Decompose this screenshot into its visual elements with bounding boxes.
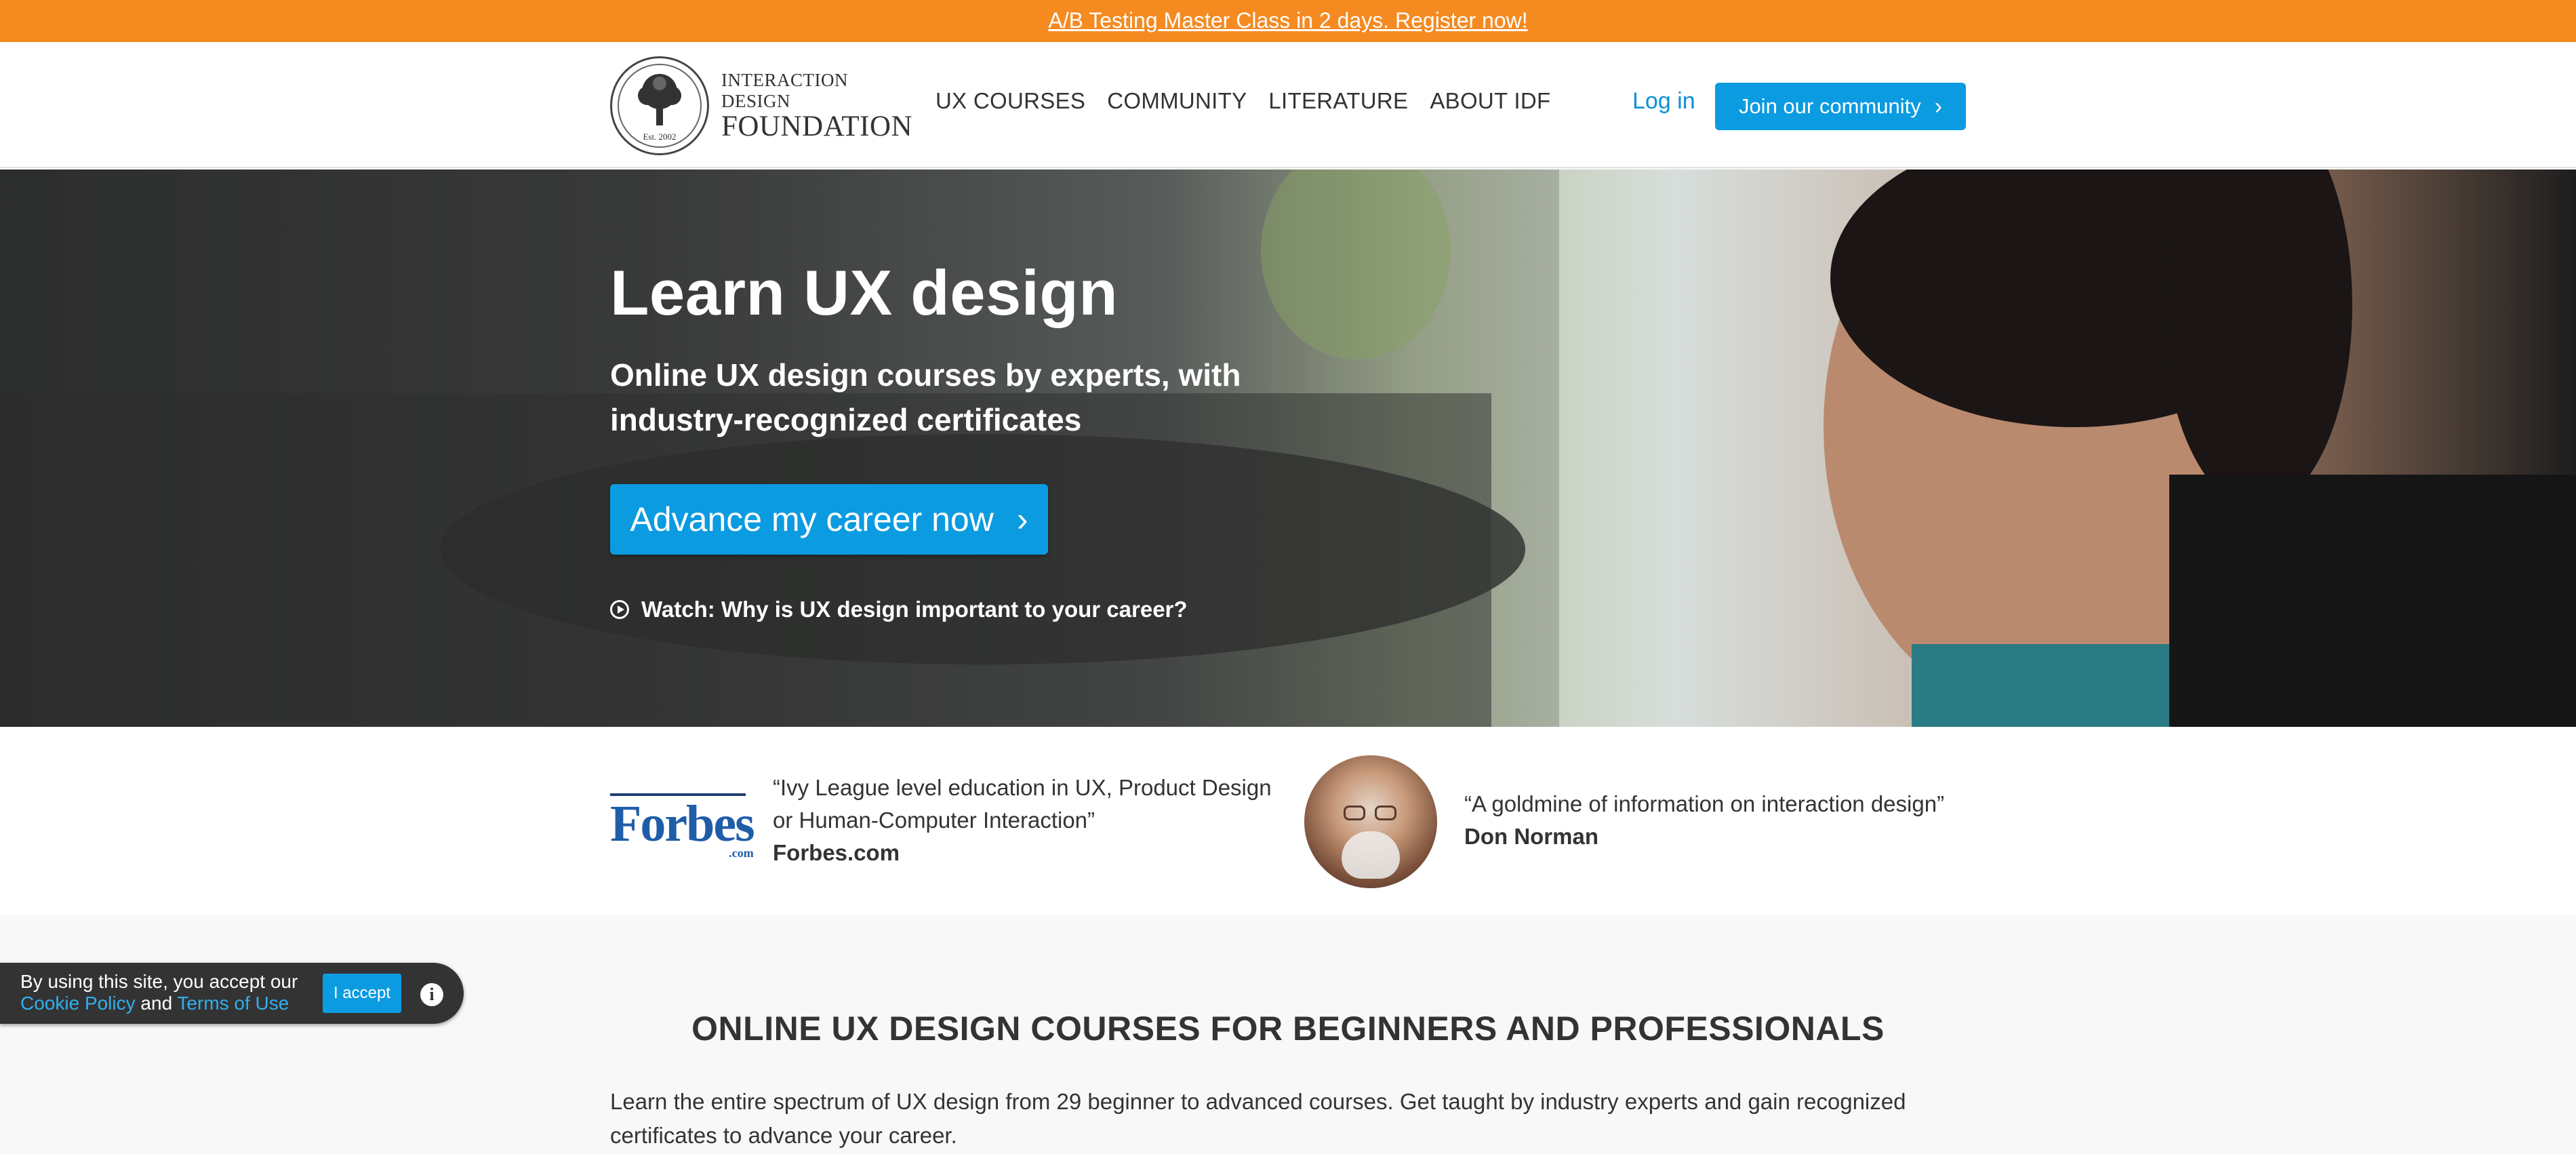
cookie-text-lead: By using this site, you accept our [20, 971, 298, 992]
chevron-right-icon: › [1016, 500, 1028, 538]
cookie-accept-button[interactable]: I accept [323, 974, 401, 1013]
forbes-quote-source: Forbes.com [773, 840, 900, 865]
cookie-and: and [140, 993, 173, 1014]
promo-register-link[interactable]: A/B Testing Master Class in 2 days. Regi… [1048, 8, 1527, 33]
hero-title: Learn UX design [610, 257, 1119, 328]
forbes-logo-text: Forbes [610, 795, 755, 852]
norman-quote: “A goldmine of information on interactio… [1464, 788, 1979, 853]
watch-video-label: Watch: Why is UX design important to you… [641, 597, 1188, 622]
promo-banner: A/B Testing Master Class in 2 days. Regi… [0, 0, 2576, 42]
site-header: Est. 2002 INTERACTION DESIGN FOUNDATION … [0, 42, 2576, 168]
info-icon[interactable]: i [420, 983, 443, 1006]
logo-est: Est. 2002 [643, 132, 677, 142]
terms-of-use-link[interactable]: Terms of Use [177, 993, 289, 1014]
norman-quote-text: “A goldmine of information on interactio… [1464, 791, 1945, 816]
watch-video-link[interactable]: Watch: Why is UX design important to you… [610, 597, 1188, 622]
cookie-notice: By using this site, you accept our Cooki… [0, 963, 464, 1024]
nav-ux-courses[interactable]: UX COURSES [935, 88, 1085, 114]
forbes-quote: “Ivy League level education in UX, Produ… [773, 772, 1274, 869]
forbes-quote-text: “Ivy League level education in UX, Produ… [773, 775, 1272, 833]
join-community-button[interactable]: Join our community › [1715, 83, 1966, 130]
nav-about-idf[interactable]: ABOUT IDF [1430, 88, 1550, 114]
join-community-label: Join our community [1738, 94, 1921, 118]
don-norman-avatar [1304, 755, 1437, 888]
forbes-logo-suffix: .com [729, 846, 754, 860]
hero-section: Learn UX design Online UX design courses… [0, 170, 2576, 727]
logo[interactable]: Est. 2002 INTERACTION DESIGN FOUNDATION [610, 56, 912, 156]
logo-line2: FOUNDATION [721, 111, 913, 142]
chevron-right-icon: › [1934, 94, 1943, 119]
nav-community[interactable]: COMMUNITY [1107, 88, 1247, 114]
norman-quote-source: Don Norman [1464, 824, 1598, 849]
advance-career-button[interactable]: Advance my career now › [610, 484, 1048, 555]
forbes-logo: Forbes .com [610, 795, 755, 860]
logo-line1: INTERACTION DESIGN [721, 70, 848, 111]
play-circle-icon [610, 600, 629, 619]
logo-seal-icon: Est. 2002 [610, 56, 709, 155]
hero-shade [0, 170, 1559, 727]
forbes-logo-underline [610, 793, 746, 796]
hero-subtitle: Online UX design courses by experts, wit… [610, 357, 1241, 437]
nav-literature[interactable]: LITERATURE [1268, 88, 1408, 114]
main-nav: UX COURSES COMMUNITY LITERATURE ABOUT ID… [935, 88, 1550, 114]
cookie-policy-link[interactable]: Cookie Policy [20, 993, 136, 1014]
login-link[interactable]: Log in [1632, 88, 1695, 115]
cookie-text: By using this site, you accept our Cooki… [20, 971, 298, 1014]
advance-career-label: Advance my career now [630, 500, 994, 538]
testimonials-strip: Forbes .com “Ivy League level education … [0, 727, 2576, 915]
courses-section-body: Learn the entire spectrum of UX design f… [610, 1089, 1906, 1148]
logo-text: INTERACTION DESIGN FOUNDATION [721, 70, 912, 142]
